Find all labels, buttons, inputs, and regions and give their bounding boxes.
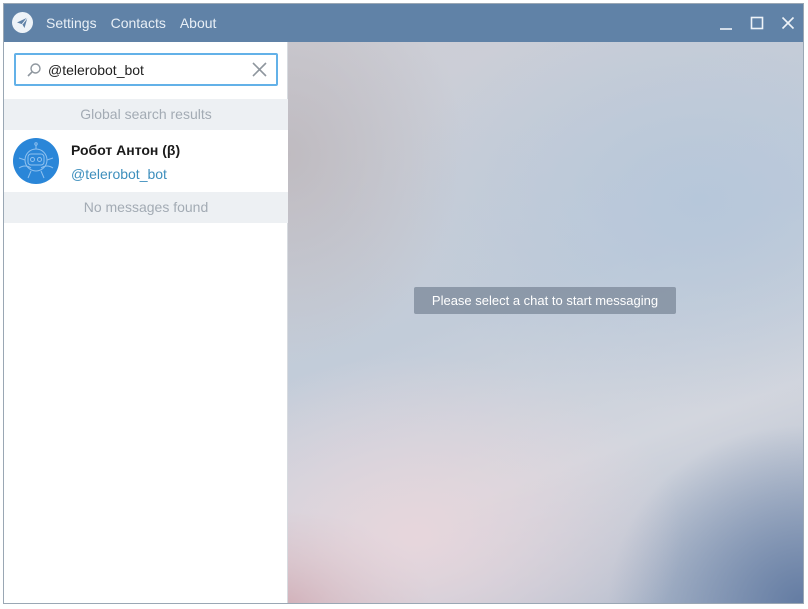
close-button[interactable] (772, 4, 803, 42)
main-menu: Settings Contacts About (46, 4, 230, 42)
result-username: @telerobot_bot (71, 166, 167, 182)
search-input[interactable] (48, 59, 244, 80)
messages-header: No messages found (4, 192, 288, 223)
search-box (14, 53, 278, 86)
empty-chat-message: Please select a chat to start messaging (414, 287, 676, 314)
menu-contacts[interactable]: Contacts (111, 15, 166, 31)
maximize-button[interactable] (741, 4, 772, 42)
robot-icon (18, 142, 54, 179)
menu-settings[interactable]: Settings (46, 15, 97, 31)
menu-about[interactable]: About (180, 15, 217, 31)
search-result-item[interactable]: Робот Антон (β) @telerobot_bot (4, 130, 288, 192)
chat-area: Please select a chat to start messaging (288, 42, 803, 603)
minimize-icon (720, 28, 732, 30)
bot-avatar (13, 138, 59, 184)
telegram-logo-icon (12, 12, 33, 33)
maximize-icon (750, 16, 764, 30)
telegram-window: Settings Contacts About @telerobot_bot G… (3, 3, 804, 604)
sidebar: Global search results (4, 42, 288, 603)
clear-search-icon[interactable] (251, 61, 268, 78)
title-bar: Settings Contacts About (4, 4, 803, 42)
close-icon (781, 16, 795, 30)
search-icon (27, 63, 41, 77)
minimize-button[interactable] (710, 4, 741, 42)
global-search-header: Global search results (4, 99, 288, 130)
window-controls (710, 4, 803, 42)
result-name: Робот Антон (β) (71, 142, 181, 158)
